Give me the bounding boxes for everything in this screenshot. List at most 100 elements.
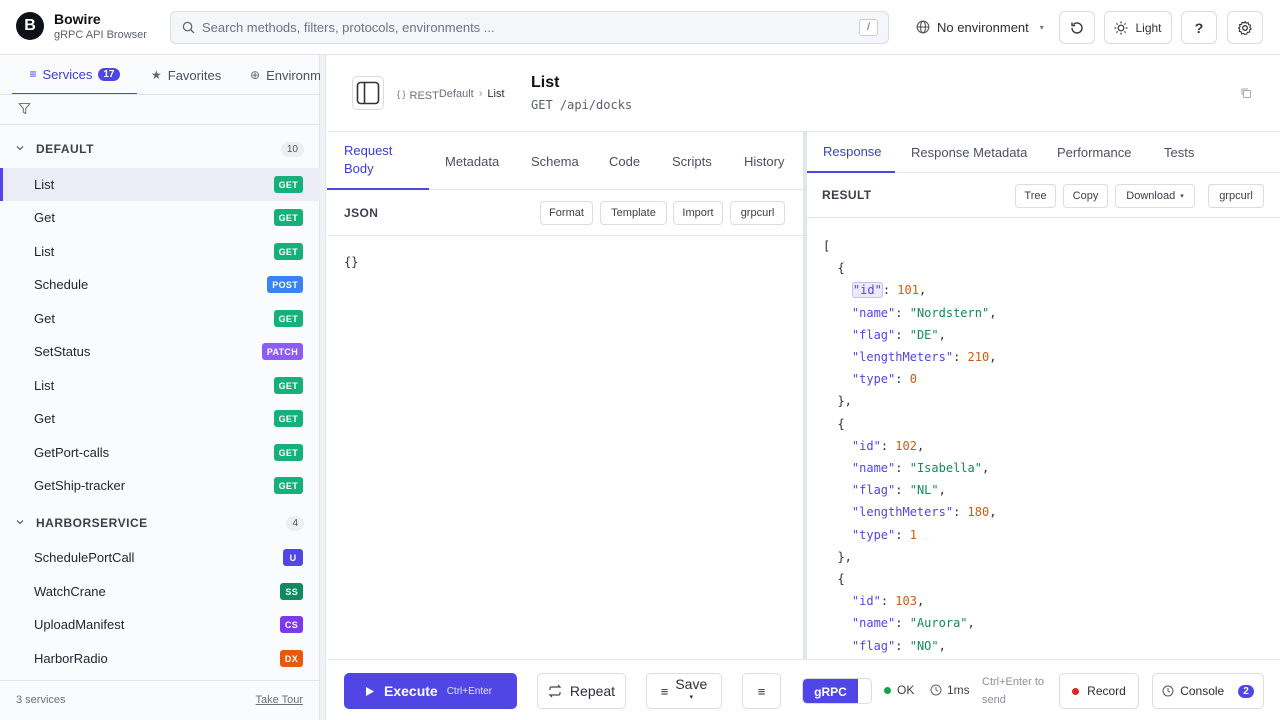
- execute-shortcut: Ctrl+Enter: [446, 685, 492, 697]
- chevron-down-icon: ▾: [689, 694, 694, 701]
- filter-icon[interactable]: [18, 102, 31, 115]
- environment-label: No environment: [937, 19, 1029, 35]
- json-key: "id": [851, 594, 881, 609]
- json-string: "Nordstern": [909, 305, 990, 320]
- tab-environments[interactable]: ⊕ Environments: [250, 55, 320, 94]
- save-button[interactable]: ≡ Save ▾: [646, 673, 722, 709]
- globe-icon: ⊕: [250, 68, 261, 82]
- protocol-toggle[interactable]: gRPC: [802, 678, 872, 704]
- method-item[interactable]: SetStatus PATCH: [0, 335, 320, 368]
- json-line: "type": 0: [823, 368, 996, 390]
- tab-code[interactable]: Code: [609, 132, 640, 190]
- copy-button[interactable]: Copy: [1063, 184, 1108, 208]
- method-item[interactable]: Get GET: [0, 402, 320, 435]
- duration-indicator: 1ms: [930, 683, 970, 697]
- tab-favorites[interactable]: ★ Favorites: [151, 55, 222, 94]
- grpcurl-button[interactable]: grpcurl: [730, 201, 785, 225]
- method-badge: GET: [273, 377, 303, 394]
- tab-response[interactable]: Response: [807, 132, 895, 173]
- theme-toggle-button[interactable]: Light: [1104, 11, 1172, 44]
- method-item[interactable]: Get GET: [0, 302, 320, 335]
- method-item[interactable]: GetShip-tracker GET: [0, 469, 320, 502]
- search-input[interactable]: [202, 12, 822, 43]
- console-button[interactable]: Console 2: [1152, 673, 1264, 709]
- method-badge: CS: [279, 616, 303, 633]
- breadcrumb: { } REST Default › List: [397, 86, 505, 102]
- download-button[interactable]: Download ▾: [1115, 184, 1195, 208]
- sidebar-panel-icon: [356, 81, 380, 105]
- tree-button[interactable]: Tree: [1015, 184, 1056, 208]
- copy-icon[interactable]: [1240, 87, 1252, 99]
- menu-button[interactable]: ≡: [742, 673, 781, 709]
- json-punct: :: [895, 616, 910, 631]
- tab-tests[interactable]: Tests: [1164, 132, 1194, 173]
- section-label: JSON: [344, 206, 379, 220]
- group-harborservice[interactable]: HARBORSERVICE 4: [0, 506, 320, 540]
- method-item[interactable]: SchedulePortCall U: [0, 541, 320, 574]
- json-punct: :: [882, 283, 898, 298]
- group-default[interactable]: DEFAULT 10: [0, 132, 320, 166]
- json-number: 101: [897, 283, 919, 298]
- json-punct: ,: [938, 483, 946, 498]
- tab-history[interactable]: History: [744, 132, 784, 190]
- method-item[interactable]: List GET: [0, 168, 320, 201]
- tab-favorites-label: Favorites: [167, 67, 222, 83]
- settings-button[interactable]: [1227, 11, 1263, 44]
- help-button[interactable]: ?: [1181, 11, 1217, 44]
- request-body-editor[interactable]: {}: [344, 255, 358, 269]
- environment-selector[interactable]: No environment ▾: [916, 12, 1044, 42]
- json-punct: [823, 483, 852, 497]
- history-button[interactable]: [1059, 11, 1095, 44]
- sidebar-resize-handle[interactable]: [320, 55, 326, 720]
- json-number: 210: [967, 350, 990, 365]
- tab-schema[interactable]: Schema: [531, 132, 579, 190]
- method-item[interactable]: WatchCrane SS: [0, 575, 320, 608]
- top-bar: B Bowire gRPC API Browser / No environme…: [0, 0, 1280, 55]
- sidebar-tabs: ≡ Services 17 ★ Favorites ⊕ Environments: [0, 55, 320, 95]
- json-key: "flag": [851, 327, 896, 342]
- record-button[interactable]: Record: [1059, 673, 1139, 709]
- tab-request-body[interactable]: Request Body: [327, 132, 429, 190]
- method-item[interactable]: UploadManifest CS: [0, 608, 320, 641]
- response-json-view[interactable]: [ { "id": 101, "name": "Nordstern", "fla…: [823, 235, 996, 657]
- status-indicator: OK: [884, 683, 914, 697]
- app-name: Bowire: [54, 11, 101, 27]
- template-button[interactable]: Template: [600, 201, 667, 225]
- chevron-down-icon: ▾: [1039, 22, 1044, 32]
- json-key: "id": [851, 282, 883, 299]
- section-label: RESULT: [822, 188, 872, 202]
- json-line: "lengthMeters": 210,: [823, 346, 997, 368]
- tab-response-metadata[interactable]: Response Metadata: [911, 132, 1027, 173]
- grpcurl-button[interactable]: grpcurl: [1208, 184, 1264, 208]
- method-item[interactable]: HarborRadio DX: [0, 642, 320, 675]
- json-line: },: [823, 546, 996, 568]
- method-badge: GET: [273, 209, 303, 226]
- execute-button[interactable]: Execute Ctrl+Enter: [344, 673, 517, 709]
- chevron-down-icon: ▾: [1180, 193, 1184, 200]
- method-item[interactable]: Get GET: [0, 201, 320, 234]
- json-punct: [823, 350, 852, 364]
- method-item[interactable]: List GET: [0, 235, 320, 268]
- format-button[interactable]: Format: [540, 201, 593, 225]
- breadcrumb-group[interactable]: Default: [439, 88, 474, 100]
- tab-services[interactable]: ≡ Services 17: [12, 55, 137, 94]
- braces-icon: { }: [397, 89, 406, 99]
- protocol-grpc-option[interactable]: gRPC: [803, 679, 858, 703]
- method-item[interactable]: Schedule POST: [0, 268, 320, 301]
- list-icon: ≡: [660, 683, 669, 699]
- global-search[interactable]: /: [170, 11, 889, 44]
- import-button[interactable]: Import: [673, 201, 723, 225]
- json-key: "lengthMeters": [851, 505, 954, 520]
- method-item[interactable]: List GET: [0, 369, 320, 402]
- json-punct: {: [823, 261, 845, 276]
- repeat-button[interactable]: Repeat: [537, 673, 626, 709]
- clock-icon: [1162, 685, 1174, 697]
- tab-metadata[interactable]: Metadata: [445, 132, 499, 190]
- method-item[interactable]: GetPort-calls GET: [0, 436, 320, 469]
- json-line: "name": "Aurora",: [823, 612, 996, 634]
- take-tour-link[interactable]: Take Tour: [256, 694, 304, 706]
- tab-scripts[interactable]: Scripts: [672, 132, 712, 190]
- panel-toggle-button[interactable]: [352, 76, 384, 110]
- json-punct: :: [895, 372, 910, 387]
- tab-performance[interactable]: Performance: [1057, 132, 1131, 173]
